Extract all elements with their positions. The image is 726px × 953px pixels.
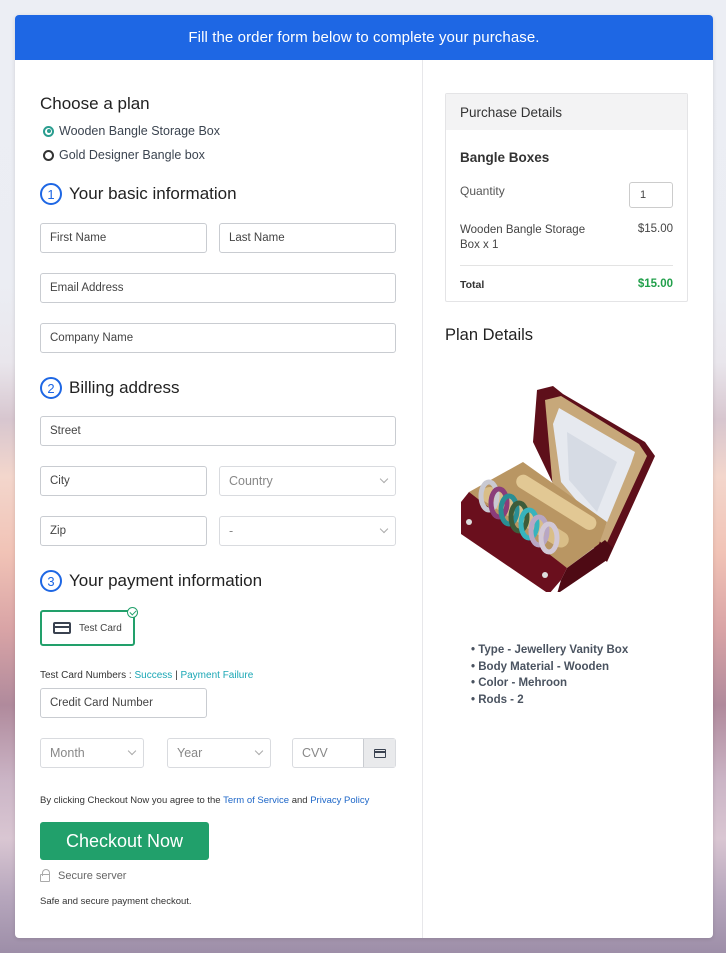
test-card-label: Test Card xyxy=(79,622,122,634)
quantity-input[interactable]: 1 xyxy=(629,182,673,208)
billing-heading: 2 Billing address xyxy=(40,377,180,399)
chevron-down-icon xyxy=(379,524,389,534)
country-select-value: Country xyxy=(229,474,273,488)
secure-server-label: Secure server xyxy=(58,870,127,882)
cvv-placeholder: CVV xyxy=(302,746,328,760)
test-card-numbers-label: Test Card Numbers : xyxy=(40,670,132,681)
plan-feature-item: Body Material - Wooden xyxy=(471,659,628,676)
step-number-icon: 2 xyxy=(40,377,62,399)
plan-option-label: Wooden Bangle Storage Box xyxy=(59,124,220,138)
plan-option-wooden[interactable]: Wooden Bangle Storage Box xyxy=(43,124,220,138)
first-name-input[interactable]: First Name xyxy=(40,223,207,253)
clasp xyxy=(466,519,472,525)
month-select[interactable]: Month xyxy=(40,738,144,768)
plan-option-gold[interactable]: Gold Designer Bangle box xyxy=(43,148,205,162)
step-number-icon: 1 xyxy=(40,183,62,205)
plan-features-list: Type - Jewellery Vanity Box Body Materia… xyxy=(471,642,628,708)
street-input[interactable]: Street xyxy=(40,416,396,446)
payment-heading: 3 Your payment information xyxy=(40,570,262,592)
city-input[interactable]: City xyxy=(40,466,207,496)
cvv-input[interactable]: CVV xyxy=(292,738,396,768)
line-item-price: $15.00 xyxy=(637,223,673,235)
radio-selected-icon[interactable] xyxy=(43,125,54,137)
safe-checkout-text: Safe and secure payment checkout. xyxy=(40,896,192,907)
credit-card-icon xyxy=(373,748,386,758)
month-select-value: Month xyxy=(50,746,85,760)
chevron-down-icon xyxy=(379,474,389,484)
test-card-method-button[interactable]: Test Card xyxy=(40,607,138,646)
email-input[interactable]: Email Address xyxy=(40,273,396,303)
success-link[interactable]: Success xyxy=(134,670,172,681)
clasp xyxy=(542,572,548,578)
credit-card-icon xyxy=(53,622,71,634)
zip-input[interactable]: Zip xyxy=(40,516,207,546)
lock-icon xyxy=(40,869,50,882)
card-number-input[interactable]: Credit Card Number xyxy=(40,688,207,718)
quantity-label: Quantity xyxy=(460,184,505,198)
section-title: Billing address xyxy=(69,378,180,397)
state-select-value: - xyxy=(229,524,234,538)
privacy-policy-link[interactable]: Privacy Policy xyxy=(310,795,369,806)
purchase-details-box: Purchase Details Bangle Boxes Quantity 1… xyxy=(445,93,688,302)
chevron-down-icon xyxy=(254,746,264,756)
terms-text: By clicking Checkout Now you agree to th… xyxy=(40,795,369,806)
radio-unselected-icon[interactable] xyxy=(43,149,54,161)
total-value: $15.00 xyxy=(637,278,673,290)
purchase-details-heading: Purchase Details xyxy=(446,94,687,130)
terms-and: and xyxy=(291,795,308,806)
choose-plan-heading: Choose a plan xyxy=(40,94,150,113)
country-select[interactable]: Country xyxy=(219,466,396,496)
plan-feature-item: Rods - 2 xyxy=(471,692,628,709)
plan-feature-item: Color - Mehroon xyxy=(471,675,628,692)
terms-of-service-link[interactable]: Term of Service xyxy=(223,795,289,806)
total-label: Total xyxy=(460,279,485,291)
chevron-down-icon xyxy=(127,746,137,756)
separator: | xyxy=(175,670,178,681)
line-item-line2: Box x 1 xyxy=(460,239,499,251)
section-title: Your basic information xyxy=(69,184,237,203)
order-form-card: Fill the order form below to complete yo… xyxy=(15,15,713,938)
divider xyxy=(460,265,673,266)
product-image xyxy=(461,386,655,592)
sidebar-panel: Purchase Details Bangle Boxes Quantity 1… xyxy=(423,60,713,938)
line-item-line1: Wooden Bangle Storage xyxy=(460,224,586,236)
year-select-value: Year xyxy=(177,746,203,760)
checkout-now-button[interactable]: Checkout Now xyxy=(40,822,209,860)
section-title: Your payment information xyxy=(69,571,263,590)
terms-prefix: By clicking Checkout Now you agree to th… xyxy=(40,795,221,806)
payment-failure-link[interactable]: Payment Failure xyxy=(180,670,253,681)
state-select[interactable]: - xyxy=(219,516,396,546)
step-number-icon: 3 xyxy=(40,570,62,592)
plan-details-heading: Plan Details xyxy=(445,326,534,344)
year-select[interactable]: Year xyxy=(167,738,271,768)
product-group-title: Bangle Boxes xyxy=(460,150,550,165)
order-form-panel: Choose a plan Wooden Bangle Storage Box … xyxy=(15,60,423,938)
cvv-help-button[interactable] xyxy=(363,739,395,767)
check-circle-icon xyxy=(127,607,138,618)
header-banner: Fill the order form below to complete yo… xyxy=(15,15,713,60)
plan-option-label: Gold Designer Bangle box xyxy=(59,148,205,162)
company-input[interactable]: Company Name xyxy=(40,323,396,353)
basic-info-heading: 1 Your basic information xyxy=(40,183,237,205)
line-item-name: Wooden Bangle Storage Box x 1 xyxy=(460,223,585,253)
banner-text: Fill the order form below to complete yo… xyxy=(188,29,540,46)
plan-feature-item: Type - Jewellery Vanity Box xyxy=(471,642,628,659)
last-name-input[interactable]: Last Name xyxy=(219,223,396,253)
secure-server-row: Secure server xyxy=(40,869,127,882)
test-card-numbers-row: Test Card Numbers : Success | Payment Fa… xyxy=(40,670,253,681)
